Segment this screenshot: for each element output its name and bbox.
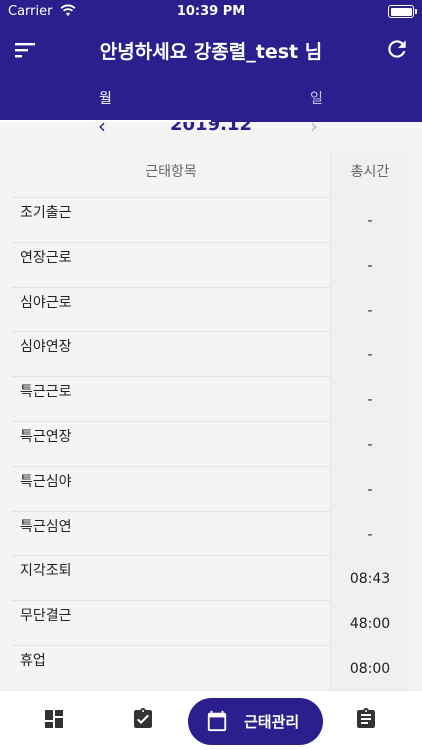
row-item: 연장근로 [20, 249, 72, 266]
next-month-chevron-icon[interactable]: › [310, 122, 318, 138]
table-row: 특근심야 - [12, 466, 409, 512]
battery-icon [388, 5, 417, 18]
row-total: - [330, 421, 409, 467]
table-row: 특근근로 - [12, 377, 409, 422]
row-total: - [330, 287, 409, 333]
table-row: 무단결근 48:00 [12, 601, 409, 646]
month-label: 2019.12 [170, 122, 252, 135]
clipboard-check-icon[interactable] [131, 707, 155, 731]
row-total: - [330, 242, 409, 288]
table-row: 조기출근 - [12, 198, 409, 243]
tab-day[interactable]: 일 [211, 76, 422, 122]
month-navigator: ‹ 2019.12 › [0, 122, 422, 140]
row-total: - [330, 511, 409, 557]
row-item: 심야근로 [20, 294, 72, 311]
table-row: 심야근로 - [12, 287, 409, 333]
table-row: 휴업 08:00 [12, 645, 409, 690]
row-total: 08:00 [330, 645, 409, 690]
row-total: - [330, 466, 409, 512]
header-total: 총시간 [330, 153, 409, 198]
tab-month[interactable]: 월 [0, 76, 211, 122]
sort-menu-icon[interactable] [12, 37, 38, 63]
table-row: 특근심연 - [12, 511, 409, 557]
table-header: 근태항목 총시간 [12, 153, 409, 198]
row-item: 휴업 [20, 652, 46, 669]
status-time: 10:39 PM [176, 4, 246, 19]
row-total: 48:00 [330, 601, 409, 646]
row-total: 08:43 [330, 556, 409, 602]
bottom-nav: 근태관리 [0, 690, 422, 750]
status-bar: Carrier 10:39 PM [0, 0, 422, 24]
attendance-content: ‹ 2019.12 › 근태항목 총시간 조기출근 - 연장근로 - 심야근로 … [0, 122, 422, 690]
row-total: - [330, 332, 409, 378]
table-row: 연장근로 - [12, 242, 409, 288]
row-item: 심야연장 [20, 339, 72, 356]
row-item: 지각조퇴 [20, 563, 72, 580]
refresh-icon[interactable] [384, 36, 410, 62]
table-row: 지각조퇴 08:43 [12, 556, 409, 602]
row-item: 특근심연 [20, 518, 72, 535]
row-item: 무단결근 [20, 608, 72, 625]
app-bar: 안녕하세요 강종렬_test 님 [0, 24, 422, 76]
row-total: - [330, 198, 409, 243]
calendar-icon [207, 710, 227, 732]
attendance-table: 근태항목 총시간 조기출근 - 연장근로 - 심야근로 - 심야연장 - 특근근… [12, 153, 409, 690]
dashboard-icon[interactable] [42, 707, 66, 731]
table-row: 심야연장 - [12, 332, 409, 378]
period-tabs: 월 일 [0, 76, 422, 122]
row-item: 특근연장 [20, 428, 72, 445]
attendance-management-label: 근태관리 [244, 713, 300, 731]
table-row: 특근연장 - [12, 421, 409, 467]
header-item: 근태항목 [145, 164, 197, 180]
attendance-management-tab[interactable]: 근태관리 [188, 698, 323, 745]
clipboard-list-icon[interactable] [354, 707, 378, 731]
page-title: 안녕하세요 강종렬_test 님 [99, 41, 323, 63]
row-item: 조기출근 [20, 205, 72, 221]
row-total: - [330, 377, 409, 422]
row-item: 특근심야 [20, 473, 72, 490]
row-item: 특근근로 [20, 384, 72, 401]
